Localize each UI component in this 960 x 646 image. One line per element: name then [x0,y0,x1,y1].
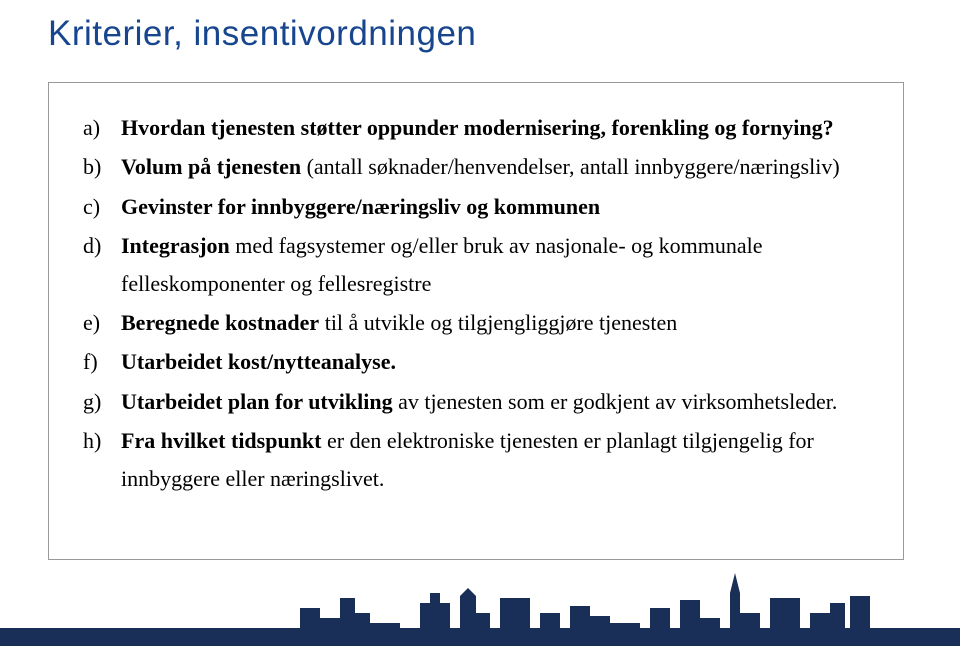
list-item: e) Beregnede kostnader til å utvikle og … [83,304,871,341]
item-bold: Utarbeidet plan for utvikling [121,389,393,414]
item-bold: Hvordan tjenesten støtter oppunder moder… [121,115,834,140]
item-text: Utarbeidet kost/nytteanalyse. [121,343,871,380]
list-item: g) Utarbeidet plan for utvikling av tjen… [83,383,871,420]
slide: Kriterier, insentivordningen a) Hvordan … [0,0,960,646]
item-text: Beregnede kostnader til å utvikle og til… [121,304,871,341]
list-item: d) Integrasjon med fagsystemer og/eller … [83,227,871,302]
item-text: Hvordan tjenesten støtter oppunder moder… [121,109,871,146]
item-bold: Beregnede kostnader [121,310,319,335]
item-marker: c) [83,188,121,225]
item-text: Gevinster for innbyggere/næringsliv og k… [121,188,871,225]
item-bold: Fra hvilket tidspunkt [121,428,322,453]
item-marker: d) [83,227,121,302]
list-item: h) Fra hvilket tidspunkt er den elektron… [83,422,871,497]
item-bold: Gevinster for innbyggere/næringsliv og k… [121,194,600,219]
item-text: Fra hvilket tidspunkt er den elektronisk… [121,422,871,497]
item-marker: a) [83,109,121,146]
item-marker: b) [83,148,121,185]
list-item: c) Gevinster for innbyggere/næringsliv o… [83,188,871,225]
item-text: Integrasjon med fagsystemer og/eller bru… [121,227,871,302]
page-title: Kriterier, insentivordningen [48,14,476,54]
item-marker: g) [83,383,121,420]
item-marker: h) [83,422,121,497]
item-marker: e) [83,304,121,341]
content-box: a) Hvordan tjenesten støtter oppunder mo… [48,82,904,560]
item-suffix: til å utvikle og tilgjengliggjøre tjenes… [319,310,677,335]
item-marker: f) [83,343,121,380]
list-item: a) Hvordan tjenesten støtter oppunder mo… [83,109,871,146]
criteria-list: a) Hvordan tjenesten støtter oppunder mo… [83,109,871,497]
item-bold: Integrasjon [121,233,230,258]
item-text: Volum på tjenesten (antall søknader/henv… [121,148,871,185]
item-suffix: (antall søknader/henvendelser, antall in… [301,154,840,179]
item-suffix: av tjenesten som er godkjent av virksomh… [393,389,838,414]
item-bold: Utarbeidet kost/nytteanalyse. [121,349,396,374]
list-item: f) Utarbeidet kost/nytteanalyse. [83,343,871,380]
list-item: b) Volum på tjenesten (antall søknader/h… [83,148,871,185]
item-bold: Volum på tjenesten [121,154,301,179]
skyline-icon [0,568,960,646]
item-text: Utarbeidet plan for utvikling av tjenest… [121,383,871,420]
